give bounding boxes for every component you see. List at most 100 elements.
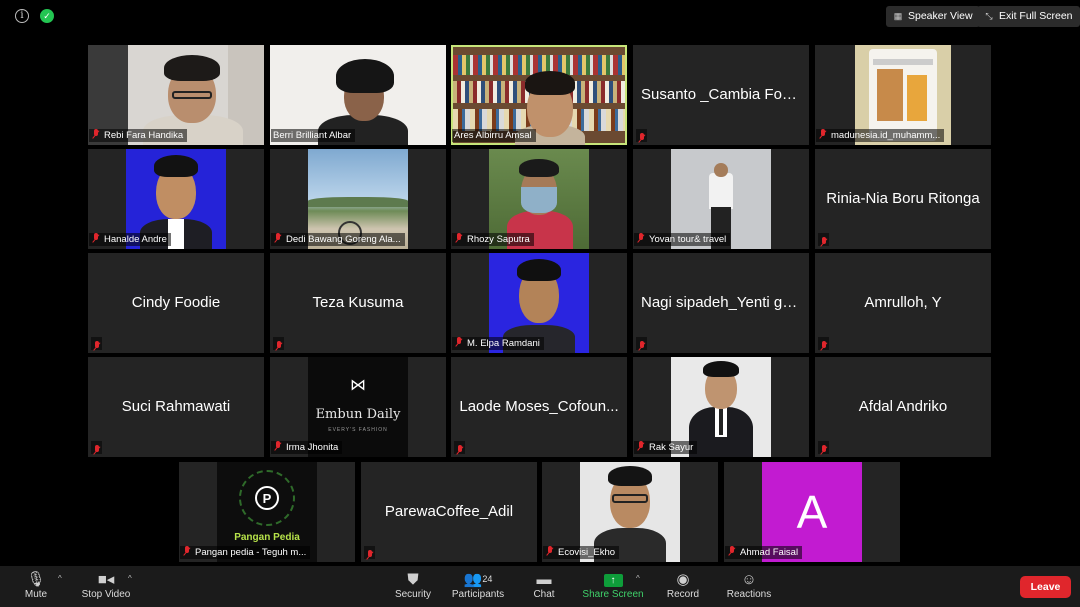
participant-tile[interactable]: Teza Kusuma — [270, 253, 446, 353]
participant-tile[interactable]: Rhozy Saputra — [451, 149, 627, 249]
muted-mic-icon — [182, 546, 192, 557]
muted-mic-indicator — [273, 337, 284, 350]
emoji-reaction-icon: ☺ — [741, 571, 757, 588]
muted-mic-icon — [454, 233, 464, 244]
leave-meeting-button[interactable]: Leave — [1020, 576, 1071, 598]
muted-mic-icon — [636, 441, 646, 452]
muted-mic-icon — [727, 546, 737, 557]
muted-mic-icon — [455, 445, 465, 456]
muted-mic-indicator — [454, 441, 465, 454]
audio-options-caret[interactable]: ^ — [58, 574, 62, 583]
muted-mic-indicator — [818, 233, 829, 246]
participant-tile[interactable]: P Pangan Pedia Pangan pedia - Teguh m... — [179, 462, 355, 562]
participant-tile[interactable]: Ecovisi_Ekho — [542, 462, 718, 562]
participant-tile[interactable]: A Ahmad Faisal — [724, 462, 900, 562]
participant-tile[interactable]: Hanalde Andre — [88, 149, 264, 249]
participant-tile[interactable]: Cindy Foodie — [88, 253, 264, 353]
participant-tile[interactable]: Rak Sayur — [633, 357, 809, 457]
participant-tile[interactable]: ParewaCoffee_Adil — [361, 462, 537, 562]
record-icon: ◉ — [676, 571, 690, 588]
participant-tile[interactable]: Berri Brilliant Albar — [270, 45, 446, 145]
participant-tile[interactable]: M. Elpa Ramdani — [451, 253, 627, 353]
participant-name-label: Hanalde Andre — [89, 233, 171, 246]
microphone-icon: 🎙 — [26, 571, 46, 588]
participant-display-name: Amrulloh, Y — [864, 294, 942, 311]
participant-name-label: Ecovisi_Ekho — [543, 546, 620, 559]
muted-mic-icon — [274, 341, 284, 352]
muted-mic-icon — [91, 233, 101, 244]
muted-mic-icon — [637, 133, 647, 144]
participant-name-label: Rebi Fara Handika — [89, 129, 188, 142]
participant-tile-active-speaker[interactable]: Ares Albirru Amsal — [451, 45, 627, 145]
participant-tile[interactable]: Laode Moses_Cofoun... — [451, 357, 627, 457]
participant-tile[interactable]: Dedi Bawang Goreng Ala... — [270, 149, 446, 249]
participant-display-name: Cindy Foodie — [131, 294, 221, 311]
muted-mic-indicator — [364, 546, 375, 559]
participant-tile[interactable]: Yovan tour& travel — [633, 149, 809, 249]
security-button[interactable]: ⛊ Security — [392, 570, 434, 600]
participant-name-label: M. Elpa Ramdani — [452, 337, 544, 350]
participant-name-label: Yovan tour& travel — [634, 233, 731, 246]
muted-mic-icon — [819, 341, 829, 352]
muted-mic-indicator — [636, 337, 647, 350]
participant-tile[interactable]: madunesia.id_muhamm... — [815, 45, 991, 145]
chat-button[interactable]: ▬ Chat — [528, 570, 560, 600]
participant-tile[interactable]: Suci Rahmawati — [88, 357, 264, 457]
reactions-button[interactable]: ☺ Reactions — [724, 570, 774, 600]
participant-display-name: ParewaCoffee_Adil — [384, 503, 514, 520]
participant-name-label: Ares Albirru Amsal — [452, 129, 536, 142]
muted-mic-icon — [365, 550, 375, 561]
muted-mic-icon — [819, 445, 829, 456]
muted-mic-indicator — [818, 441, 829, 454]
muted-mic-icon — [92, 445, 102, 456]
muted-mic-icon — [819, 237, 829, 248]
muted-mic-icon — [91, 129, 101, 140]
pangan-pedia-logo: P — [255, 486, 279, 510]
participant-name-label: Ahmad Faisal — [725, 546, 803, 559]
participant-name-label: Dedi Bawang Goreng Ala... — [271, 233, 405, 246]
brand-logo-text: Pangan Pedia — [234, 532, 300, 543]
mute-button[interactable]: 🎙 Mute — [18, 570, 54, 600]
share-options-caret[interactable]: ^ — [636, 574, 640, 583]
muted-mic-indicator — [636, 129, 647, 142]
participants-button[interactable]: 👥24 Participants — [449, 570, 507, 600]
video-camera-icon: ■◂ — [97, 571, 115, 588]
exit-full-screen-button[interactable]: ⤡ Exit Full Screen — [977, 6, 1080, 27]
participant-tile[interactable]: Afdal Andriko — [815, 357, 991, 457]
meeting-info-icon[interactable]: i — [15, 9, 29, 23]
muted-mic-icon — [273, 441, 283, 452]
participant-tile[interactable]: Rinia-Nia Boru Ritonga — [815, 149, 991, 249]
participant-display-name: Teza Kusuma — [312, 294, 404, 311]
brand-logo-text: Embun Daily — [315, 407, 401, 422]
grid-icon: ▦ — [893, 11, 903, 21]
muted-mic-indicator — [91, 441, 102, 454]
top-bar: i ✓ ▦ Speaker View ⤡ Exit Full Screen — [0, 0, 1080, 34]
muted-mic-icon — [92, 341, 102, 352]
participant-name-label: Rhozy Saputra — [452, 233, 534, 246]
speaker-view-button[interactable]: ▦ Speaker View — [886, 6, 980, 27]
encryption-shield-icon[interactable]: ✓ — [40, 9, 54, 23]
participant-name-label: Irma Jhonita — [271, 441, 343, 454]
meeting-toolbar: 🎙 Mute ^ ■◂ Stop Video ^ ⛊ Security 👥24 … — [0, 566, 1080, 607]
record-button[interactable]: ◉ Record — [664, 570, 702, 600]
chat-bubble-icon: ▬ — [536, 571, 552, 588]
participant-tile[interactable]: Susanto _Cambia Foo... — [633, 45, 809, 145]
participant-display-name: Afdal Andriko — [858, 398, 948, 415]
participant-name-label: Rak Sayur — [634, 441, 698, 454]
participant-tile[interactable]: Amrulloh, Y — [815, 253, 991, 353]
stop-video-button[interactable]: ■◂ Stop Video — [78, 570, 134, 600]
participant-display-name: Suci Rahmawati — [121, 398, 231, 415]
bow-tie-icon: ⋈ — [350, 377, 366, 394]
participant-display-name: Laode Moses_Cofoun... — [459, 398, 619, 415]
participant-tile[interactable]: Nagi sipadeh_Yenti gu... — [633, 253, 809, 353]
participant-name-label: Pangan pedia - Teguh m... — [180, 546, 311, 559]
video-options-caret[interactable]: ^ — [128, 574, 132, 583]
participant-tile[interactable]: Rebi Fara Handika — [88, 45, 264, 145]
muted-mic-icon — [454, 337, 464, 348]
muted-mic-icon — [636, 233, 646, 244]
participant-name-label: Berri Brilliant Albar — [271, 129, 356, 142]
participant-display-name: Susanto _Cambia Foo... — [641, 86, 803, 103]
muted-mic-icon — [637, 341, 647, 352]
participant-tile[interactable]: ⋈ Embun Daily EVERY'S FASHION Irma Jhoni… — [270, 357, 446, 457]
muted-mic-indicator — [818, 337, 829, 350]
